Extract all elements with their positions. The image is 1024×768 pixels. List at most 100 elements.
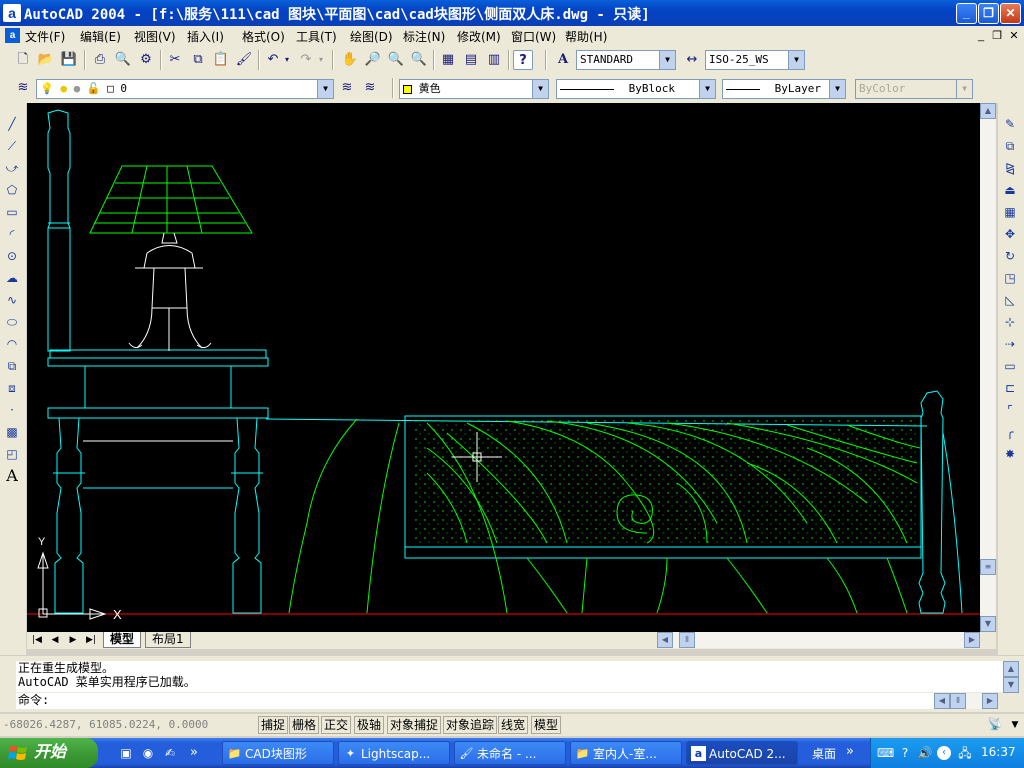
sun-icon[interactable]: ●: [60, 82, 67, 95]
doc-minimize-button[interactable]: _: [974, 29, 988, 43]
next-tab-icon[interactable]: ▶: [65, 633, 81, 648]
erase-icon[interactable]: ✎: [1001, 115, 1019, 133]
chevron-down-icon[interactable]: ▼: [699, 80, 715, 98]
insert-block-icon[interactable]: ⧉: [3, 357, 21, 375]
network-icon[interactable]: 🖧: [957, 745, 973, 761]
media-player-icon[interactable]: ◉: [140, 745, 156, 761]
communication-center-icon[interactable]: 📡: [986, 717, 1004, 733]
trim-icon[interactable]: ⊹: [1001, 313, 1019, 331]
cmd-scroll-left-icon[interactable]: ◀: [934, 693, 950, 709]
quicklaunch-chevron[interactable]: »: [186, 745, 202, 761]
desktop-toolbar-chevron[interactable]: »: [846, 744, 854, 759]
region-icon[interactable]: ◰: [3, 445, 21, 463]
menu-insert[interactable]: 插入(I): [187, 28, 224, 45]
properties-icon[interactable]: ▦: [438, 50, 458, 70]
clock[interactable]: 16:37: [981, 745, 1016, 759]
copy-icon[interactable]: ⧉: [188, 50, 208, 70]
text-style-icon[interactable]: A: [553, 50, 573, 70]
open-icon[interactable]: 📂: [36, 50, 56, 70]
break-at-point-icon[interactable]: ▭: [1001, 357, 1019, 375]
menu-dimension[interactable]: 标注(N): [403, 28, 445, 45]
tab-layout1[interactable]: 布局1: [145, 632, 191, 648]
polar-toggle[interactable]: 极轴: [354, 716, 385, 734]
print-icon[interactable]: ⎙: [90, 50, 110, 70]
keyboard-icon[interactable]: ⌨: [877, 745, 894, 761]
dimension-style-select[interactable]: ISO-25_WS ▼: [705, 50, 805, 70]
redo-dropdown-icon[interactable]: ▾: [316, 50, 326, 70]
chevron-down-icon[interactable]: ▼: [659, 51, 675, 69]
dimension-style-icon[interactable]: ↔: [682, 50, 702, 70]
array-icon[interactable]: ▦: [1001, 203, 1019, 221]
scale-icon[interactable]: ◳: [1001, 269, 1019, 287]
redo-icon[interactable]: ↷: [296, 50, 316, 70]
zoom-realtime-icon[interactable]: 🔎: [363, 50, 383, 70]
prev-tab-icon[interactable]: ◀: [47, 633, 63, 648]
taskbar-button-autocad[interactable]: a AutoCAD 2...: [686, 741, 798, 765]
maximize-button[interactable]: ❐: [978, 3, 999, 24]
move-icon[interactable]: ✥: [1001, 225, 1019, 243]
show-desktop-icon[interactable]: ▣: [118, 745, 134, 761]
chevron-down-icon[interactable]: ▼: [317, 80, 333, 98]
hscroll-thumb[interactable]: ⦀: [679, 632, 695, 648]
lineweight-select[interactable]: ByLayer ▼: [722, 79, 846, 99]
break-icon[interactable]: ⊏: [1001, 379, 1019, 397]
scroll-down-icon[interactable]: ▼: [980, 616, 996, 632]
menu-draw[interactable]: 绘图(D): [350, 28, 393, 45]
model-toggle[interactable]: 模型: [531, 716, 562, 734]
ellipse-icon[interactable]: ⬭: [3, 313, 21, 331]
menu-edit[interactable]: 编辑(E): [80, 28, 121, 45]
help-tray-icon[interactable]: ?: [897, 745, 913, 761]
lineweight-toggle[interactable]: 线宽: [498, 716, 529, 734]
revision-cloud-icon[interactable]: ☁: [3, 269, 21, 287]
scroll-up-icon[interactable]: ▲: [980, 103, 996, 119]
otrack-toggle[interactable]: 对象追踪: [443, 716, 498, 734]
lightbulb-icon[interactable]: 💡: [40, 82, 54, 95]
undo-icon[interactable]: ↶: [263, 50, 283, 70]
last-tab-icon[interactable]: ▶|: [83, 633, 99, 648]
close-button[interactable]: ✕: [1000, 3, 1021, 24]
multiline-text-icon[interactable]: A: [3, 467, 21, 485]
command-line-input[interactable]: 命令:: [16, 693, 934, 709]
extend-icon[interactable]: ⇢: [1001, 335, 1019, 353]
linetype-select[interactable]: ByBlock ▼: [556, 79, 716, 99]
doc-restore-button[interactable]: ❐: [990, 29, 1004, 43]
cut-icon[interactable]: ✂: [165, 50, 185, 70]
show-hidden-icons-icon[interactable]: ‹: [937, 746, 951, 760]
spline-icon[interactable]: ∿: [3, 291, 21, 309]
snap-toggle[interactable]: 捕捉: [258, 716, 289, 734]
color-select[interactable]: 黄色 ▼: [399, 79, 549, 99]
layer-previous-icon[interactable]: ≋: [360, 78, 380, 98]
copy-object-icon[interactable]: ⧉: [1001, 137, 1019, 155]
taskbar-button-paint[interactable]: 🖌 未命名 - ...: [454, 741, 566, 765]
menu-window[interactable]: 窗口(W): [511, 28, 556, 45]
coordinate-readout[interactable]: -68026.4287, 61085.0224, 0.0000: [3, 716, 255, 734]
chamfer-icon[interactable]: ⌜: [1001, 401, 1019, 419]
save-icon[interactable]: 💾: [59, 50, 79, 70]
taskbar-button-lightscape[interactable]: ✦ Lightscap...: [338, 741, 450, 765]
cmd-scroll-up-icon[interactable]: ▲: [1003, 661, 1019, 677]
arc-icon[interactable]: ◜: [3, 225, 21, 243]
drawing-area[interactable]: Y X: [27, 103, 980, 632]
lock-icon[interactable]: 🔓: [87, 82, 101, 95]
menu-tools[interactable]: 工具(T): [296, 28, 337, 45]
chevron-down-icon[interactable]: ▼: [788, 51, 804, 69]
help-icon[interactable]: ?: [513, 50, 533, 70]
line-icon[interactable]: ╱: [3, 115, 21, 133]
menu-file[interactable]: 文件(F): [25, 28, 65, 45]
rotate-icon[interactable]: ↻: [1001, 247, 1019, 265]
autocad-app-icon[interactable]: a: [3, 4, 21, 22]
taskbar-button-folder2[interactable]: 📁 室内人-室...: [570, 741, 682, 765]
stretch-icon[interactable]: ◺: [1001, 291, 1019, 309]
cmd-scroll-down-icon[interactable]: ▼: [1003, 677, 1019, 693]
explode-icon[interactable]: ✸: [1001, 445, 1019, 463]
freeze-icon[interactable]: ●: [74, 82, 81, 95]
menu-view[interactable]: 视图(V): [134, 28, 176, 45]
start-button[interactable]: 开始: [0, 738, 98, 768]
layer-manager-icon[interactable]: ≋: [13, 78, 33, 98]
cmd-hscrollbar[interactable]: ◀ ⦀ ▶: [934, 693, 998, 709]
ellipse-arc-icon[interactable]: ◠: [3, 335, 21, 353]
menu-format[interactable]: 格式(O): [242, 28, 285, 45]
undo-dropdown-icon[interactable]: ▾: [282, 50, 292, 70]
make-object-layer-current-icon[interactable]: ≋: [337, 78, 357, 98]
match-properties-icon[interactable]: 🖌: [234, 50, 254, 70]
